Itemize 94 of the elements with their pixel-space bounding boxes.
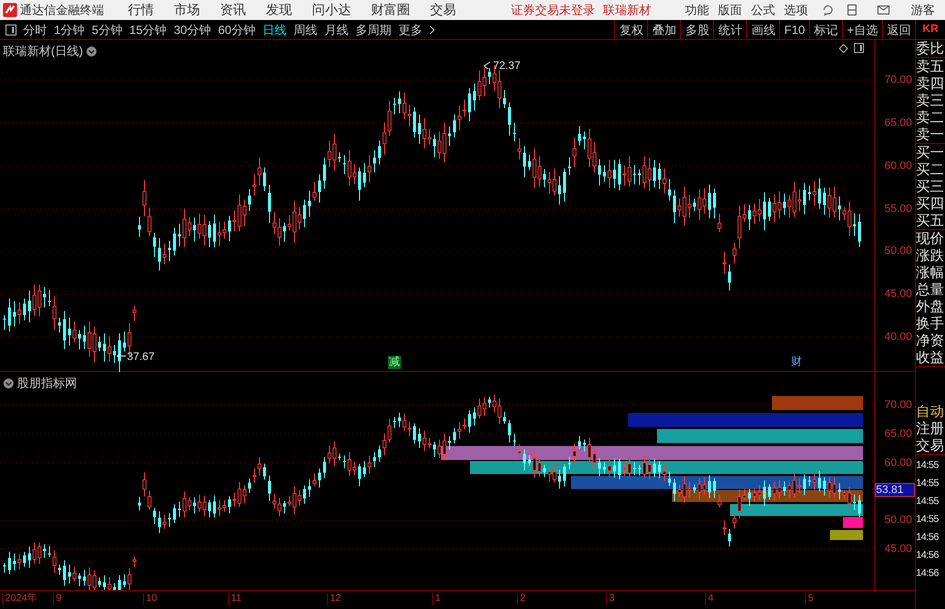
quote-field-label: 收益: [916, 349, 945, 366]
toolbar-button[interactable]: 统计: [713, 20, 746, 39]
price-tick: 40.00: [884, 331, 912, 344]
quote-field-label: 买二: [916, 161, 945, 178]
indicator-title: 股朋指标网: [17, 375, 77, 392]
panel-button[interactable]: 自动: [916, 403, 945, 420]
menu-item[interactable]: 行情: [128, 0, 154, 20]
time-tick: 5: [805, 593, 814, 605]
menu-item[interactable]: 问小达: [312, 0, 351, 20]
trade-time: 14:55: [916, 459, 940, 473]
quote-field-label: 买三: [916, 178, 945, 195]
period-tab[interactable]: 日线: [262, 20, 286, 38]
menu-item[interactable]: 资讯: [220, 0, 246, 20]
quote-field-label: 卖五: [916, 58, 945, 75]
period-tab[interactable]: 30分钟: [174, 20, 212, 38]
panel-button[interactable]: 注册: [916, 420, 945, 437]
trade-time: 14:56: [916, 549, 940, 563]
quote-field-label: 总量: [916, 281, 945, 298]
quote-field-label: 买五: [916, 212, 945, 229]
price-tick: 65.00: [884, 116, 912, 129]
period-tab[interactable]: 周线: [293, 20, 318, 38]
menu-item[interactable]: 交易: [430, 0, 456, 20]
price-tick: 70.00: [884, 74, 912, 86]
toolbar-button[interactable]: 标记: [808, 20, 842, 39]
toolbar-button[interactable]: 叠加: [647, 20, 680, 39]
time-tick: 1: [432, 593, 441, 605]
time-tick: 12: [327, 593, 342, 605]
price-tick: 45.00: [884, 543, 912, 555]
toolbar-button[interactable]: +自选: [842, 20, 882, 39]
price-tick: 60.00: [884, 160, 912, 172]
toolbar-button[interactable]: F10: [779, 20, 809, 39]
trade-time: 14:55: [916, 477, 940, 491]
period-tab[interactable]: 分时: [23, 20, 47, 38]
time-tick: 11: [228, 593, 242, 605]
period-tab[interactable]: 多周期: [355, 20, 392, 38]
menu-item[interactable]: 发现: [266, 0, 292, 20]
current-price-label: 53.81: [875, 483, 915, 497]
period-tab[interactable]: 月线: [324, 20, 348, 38]
time-tick: 2: [517, 593, 526, 605]
price-tick: 50.00: [884, 245, 912, 258]
period-tab[interactable]: 更多: [398, 20, 422, 38]
chart-title: 联瑞新材(日线): [3, 43, 83, 60]
quote-field-label: 涨跌: [916, 247, 945, 264]
time-tick: 2024年: [2, 593, 38, 605]
quote-field-label: 买四: [916, 195, 945, 212]
quote-field-label: 卖二: [916, 109, 945, 126]
quote-field-label: 换手: [916, 315, 945, 332]
toolbar-button[interactable]: 复权: [614, 20, 648, 39]
time-tick: 3: [606, 593, 615, 605]
quote-field-label: 卖一: [916, 126, 945, 143]
toolbar-button[interactable]: 画线: [746, 20, 780, 39]
trade-time: 14:55: [916, 495, 940, 509]
panel-button[interactable]: 交易: [916, 437, 945, 454]
high-price-label: 72.37: [493, 60, 521, 72]
quote-field-label: 现价: [916, 230, 945, 247]
price-tick: 45.00: [884, 288, 912, 300]
menu-item[interactable]: 市场: [174, 0, 200, 20]
quote-field-label: 买一: [916, 144, 945, 161]
toolbar-button[interactable]: 多股: [680, 20, 714, 39]
price-tick: 60.00: [884, 456, 912, 469]
login-status: 证券交易未登录: [511, 2, 595, 19]
quote-field-label: 委比: [916, 40, 945, 57]
time-tick: 4: [705, 593, 714, 605]
trade-time: 14:56: [916, 531, 940, 545]
quote-field-label: 涨幅: [916, 264, 945, 281]
app-name: 通达信金融终端: [20, 2, 105, 19]
time-tick: 10: [143, 593, 158, 605]
menu-item[interactable]: 功能: [685, 1, 709, 19]
user-name[interactable]: 游客: [911, 1, 935, 19]
menu-item[interactable]: 选项: [784, 1, 808, 19]
time-tick: 9: [53, 593, 62, 605]
period-tab[interactable]: 60分钟: [218, 20, 256, 38]
menu-item[interactable]: 公式: [751, 1, 775, 19]
menu-item[interactable]: 版面: [718, 1, 742, 19]
trade-time: 14:55: [916, 513, 940, 527]
price-tick: 55.00: [884, 202, 912, 215]
stock-name: 联瑞新材: [603, 2, 651, 19]
toolbar-button[interactable]: 返回: [882, 20, 915, 39]
price-tick: 50.00: [884, 514, 912, 526]
price-tick: 70.00: [884, 399, 912, 411]
trade-time: 14:56: [916, 567, 940, 581]
period-tab[interactable]: 15分钟: [129, 20, 167, 38]
low-price-label: 37.67: [127, 351, 155, 363]
period-tab[interactable]: 1分钟: [54, 20, 85, 38]
quote-field-label: 卖三: [916, 92, 945, 109]
event-marker[interactable]: 财: [790, 356, 803, 369]
stock-code: KR: [915, 20, 945, 39]
event-marker[interactable]: 减: [388, 356, 401, 369]
quote-field-label: 净资: [916, 332, 945, 349]
period-tab[interactable]: 5分钟: [92, 20, 122, 38]
price-tick: 65.00: [884, 428, 912, 440]
quote-field-label: 外盘: [916, 298, 945, 315]
menu-item[interactable]: 财富圈: [371, 0, 410, 20]
quote-field-label: 卖四: [916, 75, 945, 92]
